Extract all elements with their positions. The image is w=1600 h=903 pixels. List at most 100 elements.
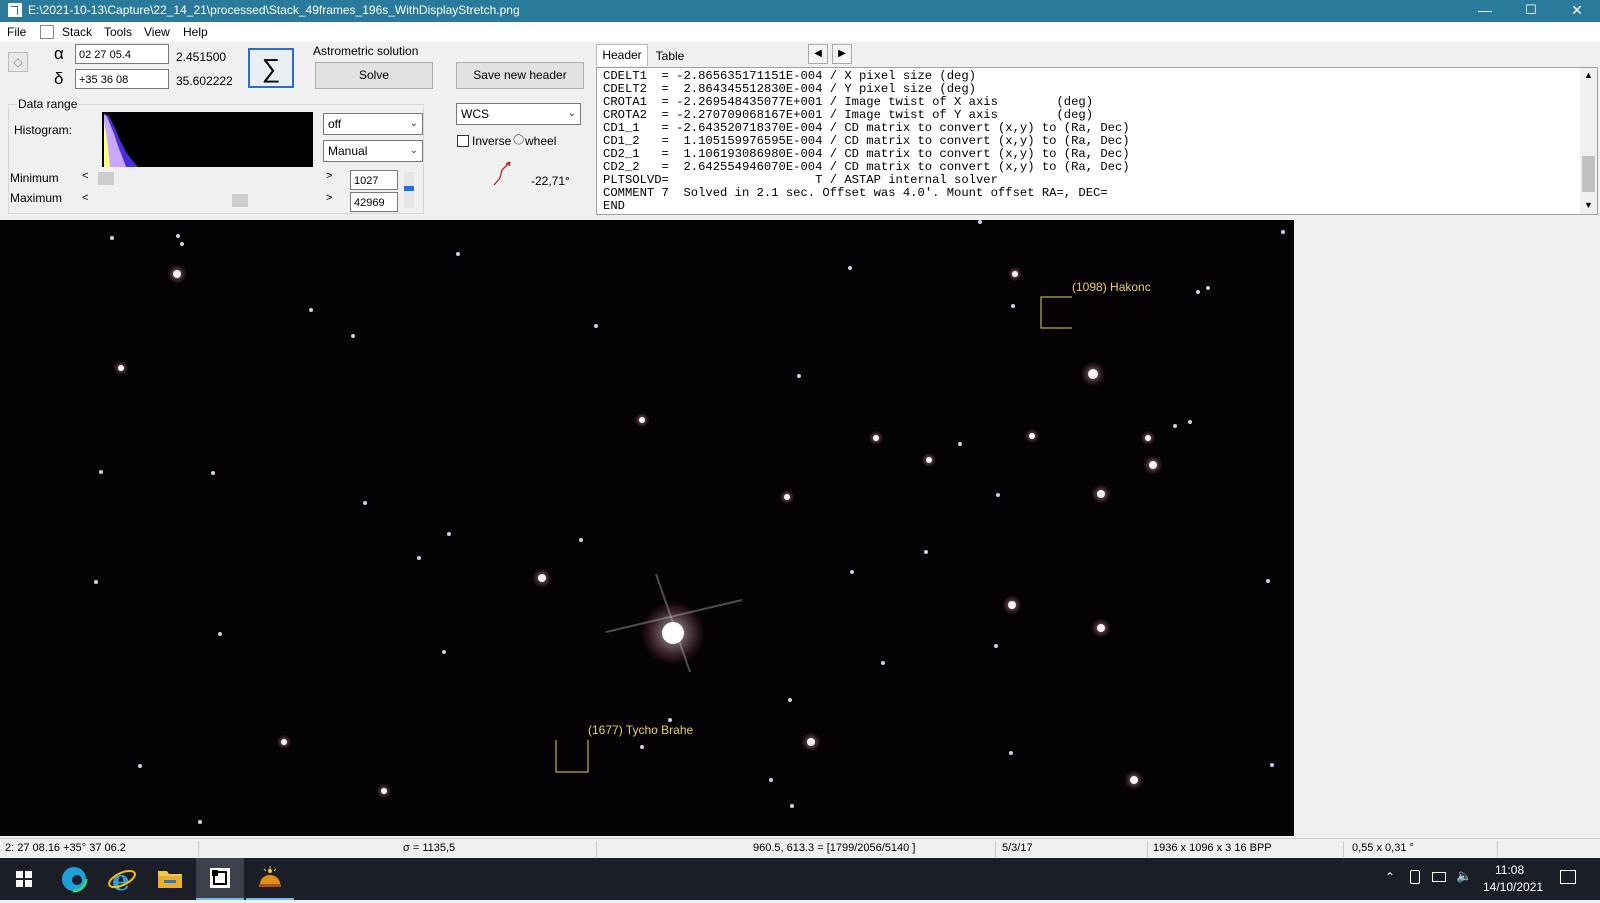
diamond-icon[interactable]: ◇	[8, 52, 28, 72]
chevron-down-icon: ⌄	[409, 118, 418, 129]
wheel-label: wheel	[525, 134, 557, 148]
status-position: 2: 27 08.16 +35° 37 06.2	[5, 842, 126, 854]
status-ratio: 5/3/17	[1002, 842, 1033, 854]
stretch-value: off	[328, 117, 342, 131]
asteroid-label-2: (1677) Tycho Brahe	[588, 723, 694, 737]
minimize-button[interactable]: —	[1462, 0, 1508, 22]
save-header-button[interactable]: Save new header	[456, 62, 584, 89]
status-separator	[1343, 841, 1344, 857]
scroll-up-icon[interactable]: ▲	[1584, 70, 1593, 80]
star	[456, 252, 460, 256]
star-glow	[1007, 266, 1023, 282]
scroll-down-icon[interactable]: ▼	[1584, 200, 1593, 210]
maximum-slider[interactable]: < >	[78, 192, 338, 208]
menu-help[interactable]: Help	[183, 25, 208, 39]
spin-control[interactable]	[404, 172, 414, 208]
star	[363, 501, 367, 505]
asteroid-marker-1	[1040, 296, 1072, 329]
star	[924, 550, 928, 554]
range-mode-value: Manual	[328, 144, 368, 158]
tab-table[interactable]: Table	[650, 46, 690, 66]
star	[94, 580, 98, 584]
chevron-down-icon: ⌄	[567, 108, 576, 119]
chevron-down-icon: ⌄	[409, 145, 418, 156]
clock-date[interactable]: 14/10/2021	[1483, 880, 1543, 894]
ra-input[interactable]: 02 27 05.4	[75, 44, 169, 64]
menu-view[interactable]: View	[144, 25, 170, 39]
scrollbar-thumb[interactable]	[1582, 156, 1595, 192]
solve-button[interactable]: Solve	[315, 62, 433, 89]
chevron-right-icon[interactable]: >	[326, 192, 332, 204]
tab-header[interactable]: Header	[596, 44, 648, 66]
edge-taskbar-button[interactable]	[50, 858, 98, 900]
notification-icon[interactable]	[1560, 870, 1576, 884]
svg-text:e: e	[112, 864, 130, 897]
fits-header-text[interactable]: CDELT1 = -2.865635171151E-004 / X pixel …	[596, 67, 1598, 215]
dec-input[interactable]: +35 36 08	[75, 69, 169, 89]
status-sigma: σ = 1135,5	[403, 842, 456, 854]
sigma-button[interactable]: ∑	[248, 48, 294, 88]
star-glow	[801, 732, 821, 752]
inverse-checkbox[interactable]	[457, 135, 469, 147]
star	[176, 234, 180, 238]
observatory-icon	[259, 866, 281, 887]
star	[1173, 424, 1177, 428]
dec-decimal: 35.602222	[176, 74, 233, 88]
menu-stack[interactable]: Stack	[62, 25, 92, 39]
star	[994, 644, 998, 648]
chevron-right-icon[interactable]: >	[326, 170, 332, 182]
star	[850, 570, 854, 574]
star-glow	[1091, 484, 1111, 504]
orientation-arrow-icon	[493, 161, 511, 186]
data-range-label: Data range	[16, 97, 80, 111]
star	[881, 661, 885, 665]
next-arrow-button[interactable]: ▶	[832, 44, 852, 64]
stretch-combo[interactable]: off ⌄	[323, 113, 423, 135]
network-icon[interactable]	[1432, 872, 1446, 882]
ie-taskbar-button[interactable]: e	[98, 858, 146, 900]
menu-tools[interactable]: Tools	[104, 25, 132, 39]
star-glow	[113, 360, 129, 376]
minimum-thumb[interactable]	[98, 172, 114, 185]
astrometric-label: Astrometric solution	[313, 44, 419, 58]
start-button[interactable]	[0, 858, 48, 900]
star	[351, 334, 355, 338]
star	[1281, 230, 1285, 234]
star-field-image[interactable]: (1098) Hakonc (1677) Tycho Brahe	[0, 220, 1294, 836]
star	[797, 374, 801, 378]
minimum-input[interactable]: 1027	[350, 170, 398, 190]
status-separator	[596, 841, 597, 857]
range-mode-combo[interactable]: Manual ⌄	[323, 140, 423, 162]
file-explorer-taskbar-button[interactable]	[146, 858, 194, 900]
astap-taskbar-button[interactable]	[196, 858, 244, 900]
close-button[interactable]: ✕	[1554, 0, 1600, 22]
asteroid-marker-2	[555, 740, 589, 773]
maximum-input[interactable]: 42969	[350, 192, 398, 212]
header-lines: CDELT1 = -2.865635171151E-004 / X pixel …	[603, 70, 1130, 213]
star	[1266, 579, 1270, 583]
star	[211, 471, 215, 475]
previous-arrow-button[interactable]: ◀	[808, 44, 828, 64]
wcs-combo[interactable]: WCS ⌄	[456, 103, 581, 125]
minimum-slider[interactable]: < >	[78, 170, 338, 186]
star	[978, 220, 982, 224]
star	[1206, 286, 1210, 290]
usb-icon[interactable]	[1410, 870, 1420, 884]
star	[218, 632, 222, 636]
star	[1011, 304, 1015, 308]
clock-time[interactable]: 11:08	[1495, 863, 1524, 877]
header-scrollbar[interactable]: ▲ ▼	[1580, 68, 1597, 214]
maximum-thumb[interactable]	[232, 194, 248, 207]
menu-file[interactable]: File	[7, 25, 26, 39]
spin-indicator	[404, 186, 414, 191]
star-glow	[1002, 595, 1022, 615]
title-bar: E:\2021-10-13\Capture\22_14_21\processed…	[0, 0, 1600, 22]
star-glow	[921, 452, 937, 468]
chevron-left-icon[interactable]: <	[82, 170, 88, 182]
chevron-up-icon[interactable]: ⌃	[1385, 870, 1395, 884]
maximize-button[interactable]: ☐	[1508, 0, 1554, 22]
volume-icon[interactable]: 🔈	[1456, 868, 1472, 884]
chevron-left-icon[interactable]: <	[82, 192, 88, 204]
stellarium-taskbar-button[interactable]	[246, 858, 294, 900]
star	[198, 820, 202, 824]
